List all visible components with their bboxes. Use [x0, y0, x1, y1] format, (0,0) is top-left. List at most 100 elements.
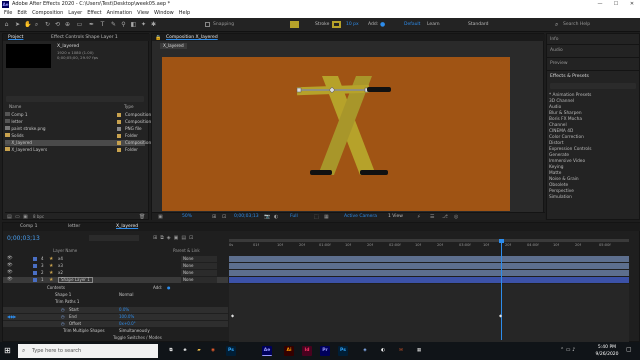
property-row[interactable]: ◀◆▶ ◷ End 100.0%: [3, 314, 228, 320]
tab-x-layered[interactable]: X_layered: [113, 223, 141, 230]
layer-name-header[interactable]: Layer Name: [53, 248, 77, 254]
column-name-header[interactable]: Name: [9, 104, 21, 110]
safe-zones-icon[interactable]: ⊞: [212, 214, 216, 220]
menu-composition[interactable]: Composition: [32, 9, 63, 18]
menu-animation[interactable]: Animation: [107, 9, 133, 18]
zoom-tool-icon[interactable]: ⌕: [33, 21, 40, 28]
app-icon[interactable]: ◐: [378, 346, 388, 356]
label-swatch[interactable]: [33, 271, 37, 275]
snapshot-icon[interactable]: 📷: [264, 214, 270, 220]
clock-date[interactable]: 9/26/2020: [592, 351, 622, 358]
timeline-icon[interactable]: ☰: [430, 214, 434, 220]
transparency-grid-icon[interactable]: ▦: [324, 214, 329, 220]
menu-layer[interactable]: Layer: [68, 9, 82, 18]
reset-exposure-icon[interactable]: ◎: [454, 214, 458, 220]
pen-tool-icon[interactable]: ✒: [88, 21, 95, 28]
parent-select[interactable]: None: [181, 256, 217, 262]
property-row[interactable]: Shape 1 Normal: [3, 292, 228, 298]
project-item[interactable]: letter Composition: [5, 119, 151, 125]
stopwatch-icon[interactable]: ◷: [61, 307, 65, 313]
layer-bar[interactable]: [229, 270, 629, 276]
layer-bar[interactable]: [229, 256, 629, 262]
notifications-icon[interactable]: ▢: [626, 346, 632, 353]
app-icon[interactable]: ◈: [360, 346, 370, 356]
system-tray-icons[interactable]: ⌃ ▭ ♪: [560, 347, 575, 353]
fast-previews-icon[interactable]: ⚡: [417, 214, 421, 220]
stroke-swatch[interactable]: [332, 21, 341, 28]
menu-view[interactable]: View: [137, 9, 149, 18]
panel-preview[interactable]: Preview: [550, 60, 568, 67]
minimize-icon[interactable]: —: [592, 0, 608, 9]
layer-name[interactable]: x2: [58, 270, 63, 276]
visibility-eye-icon[interactable]: 👁: [7, 277, 13, 283]
show-channel-icon[interactable]: ◐: [274, 214, 278, 220]
layer-name-rename-field[interactable]: Shape Layer 1: [58, 277, 93, 283]
workspace-standard[interactable]: Standard: [468, 22, 488, 28]
menu-effect[interactable]: Effect: [87, 9, 101, 18]
panel-info[interactable]: Info: [550, 36, 559, 43]
comp-viewer[interactable]: [162, 57, 510, 211]
property-value[interactable]: 100.0%: [119, 314, 134, 320]
layer-row[interactable]: 👁 2 ★ x2 None: [3, 270, 228, 276]
comp-breadcrumb[interactable]: X_layered: [160, 43, 187, 49]
indesign-icon[interactable]: Id: [302, 346, 312, 356]
home-icon[interactable]: ⌂: [3, 21, 10, 28]
bpc-label[interactable]: 8 bpc: [33, 214, 44, 219]
label-swatch[interactable]: [33, 278, 37, 282]
after-effects-icon[interactable]: Ae: [262, 346, 272, 356]
playhead-handle[interactable]: [499, 239, 504, 243]
tab-project[interactable]: Project: [5, 34, 26, 41]
menu-help[interactable]: Help: [179, 9, 190, 18]
tab-effect-controls[interactable]: Effect Controls Shape Layer 1: [48, 34, 121, 41]
label-swatch[interactable]: [33, 257, 37, 261]
panel-audio[interactable]: Audio: [550, 47, 563, 54]
file-explorer-icon[interactable]: ▰: [194, 346, 204, 356]
visibility-eye-icon[interactable]: 👁: [7, 263, 13, 269]
camera-tool-icon[interactable]: ⟲: [54, 21, 61, 28]
region-of-interest-icon[interactable]: ⬚: [314, 214, 319, 220]
time-ruler[interactable]: 0s 01f 10f 20f 01:00f 10f 20f 02:00f 10f…: [229, 243, 629, 250]
interpret-footage-icon[interactable]: ▤: [7, 214, 12, 220]
tab-composition[interactable]: Composition X_layered: [163, 34, 221, 41]
edge-browser-icon[interactable]: e: [180, 346, 190, 356]
project-item-selected[interactable]: X_layered Composition: [5, 140, 151, 146]
photoshop-icon[interactable]: Ps: [338, 346, 348, 356]
parent-select[interactable]: None: [181, 277, 217, 283]
stopwatch-icon[interactable]: ◷: [61, 314, 65, 320]
parent-select[interactable]: None: [181, 270, 217, 276]
property-row[interactable]: Trim Paths 1: [3, 299, 228, 305]
effects-presets-title[interactable]: Effects & Presets: [550, 73, 589, 80]
fill-swatch[interactable]: [290, 21, 299, 28]
visibility-eye-icon[interactable]: 👁: [7, 256, 13, 262]
visibility-eye-icon[interactable]: 👁: [7, 270, 13, 276]
pan-behind-tool-icon[interactable]: ⊕: [64, 21, 71, 28]
rectangle-tool-icon[interactable]: ▭: [76, 21, 83, 28]
type-tool-icon[interactable]: T: [99, 21, 106, 28]
property-row[interactable]: ◷ Start 0.0%: [3, 307, 228, 313]
view-layout-select[interactable]: 1 View: [388, 214, 403, 219]
clone-tool-icon[interactable]: ⚲: [120, 21, 127, 28]
new-folder-icon[interactable]: ▭: [15, 214, 20, 220]
maximize-icon[interactable]: ☐: [608, 0, 624, 9]
menu-file[interactable]: File: [4, 9, 12, 18]
trim-mode-select[interactable]: Simultaneously: [119, 328, 150, 334]
search-help-input[interactable]: Search Help: [563, 22, 590, 28]
effect-category[interactable]: Simulation: [549, 195, 572, 201]
tab-comp-1[interactable]: Comp 1: [17, 223, 40, 230]
workspace-learn[interactable]: Learn: [427, 22, 440, 28]
stroke-width-value[interactable]: 10 px: [346, 22, 359, 28]
comp-timecode[interactable]: 0;00;03;13: [234, 214, 259, 219]
timeline-timecode[interactable]: 0;00;03;13: [7, 235, 40, 243]
snapping-checkbox[interactable]: [205, 22, 210, 27]
menu-window[interactable]: Window: [154, 9, 174, 18]
layer-search-input[interactable]: [89, 235, 139, 241]
stopwatch-icon[interactable]: ◷: [61, 321, 65, 327]
add-plus-icon[interactable]: ●: [380, 22, 385, 28]
stroke-label[interactable]: Stroke: [315, 22, 329, 28]
playhead-line[interactable]: [501, 240, 502, 340]
project-item[interactable]: Comp 1 Composition: [5, 112, 151, 118]
layer-name[interactable]: x4: [58, 256, 63, 262]
clock-time[interactable]: 5:40 PM: [592, 344, 622, 351]
layer-row-selected[interactable]: 👁 1 ★ Shape Layer 1 None: [3, 277, 228, 283]
roto-tool-icon[interactable]: ✦: [140, 21, 147, 28]
